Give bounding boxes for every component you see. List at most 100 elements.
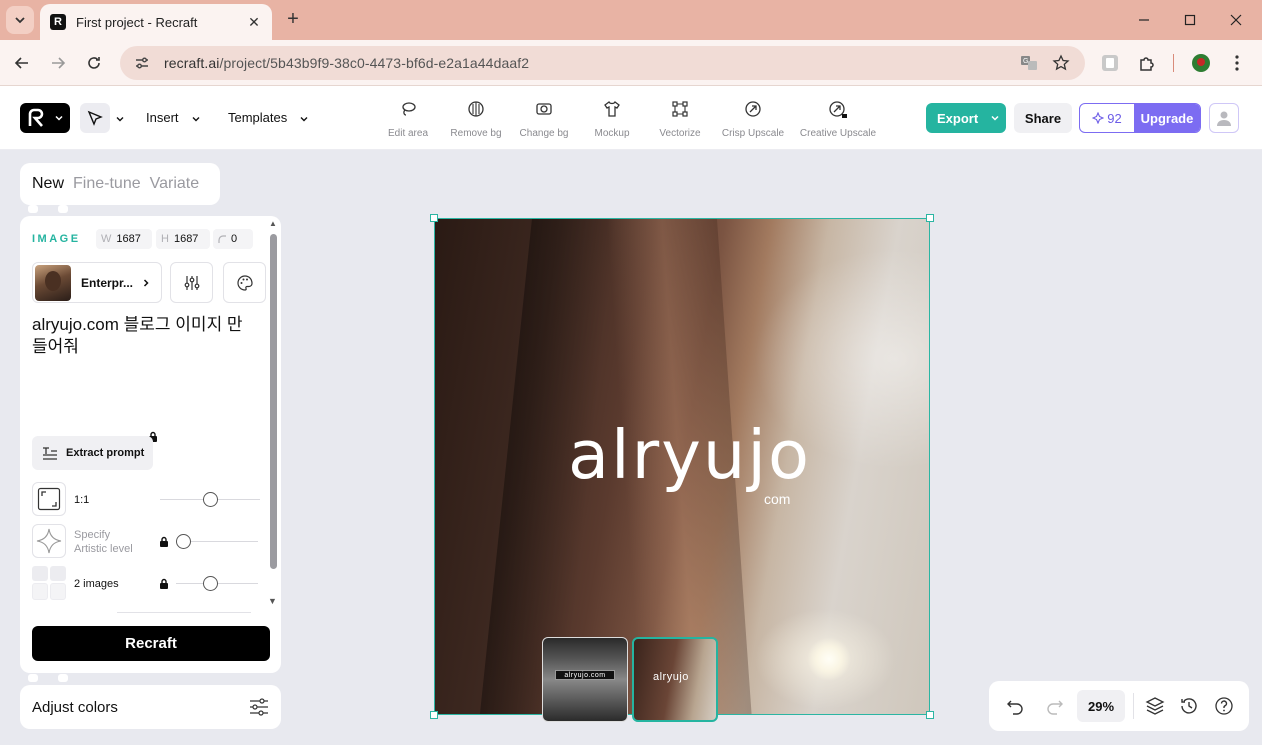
lock-icon <box>160 536 168 547</box>
recraft-generate-button[interactable]: Recraft <box>32 626 270 661</box>
share-button[interactable]: Share <box>1014 103 1072 133</box>
resize-handle-tr[interactable] <box>926 214 934 222</box>
insert-menu[interactable]: Insert <box>146 110 179 125</box>
chevron-down-icon <box>300 117 308 122</box>
height-field[interactable]: H 1687 <box>156 229 210 249</box>
image-count-label: 2 images <box>74 578 119 590</box>
corner-radius-field[interactable]: 0 <box>213 229 253 249</box>
aspect-ratio-knob[interactable] <box>203 492 218 507</box>
resize-handle-br[interactable] <box>926 711 934 719</box>
redo-icon[interactable] <box>1043 694 1067 718</box>
chevron-down-icon <box>55 115 63 121</box>
translate-icon[interactable]: G <box>1017 51 1041 75</box>
history-icon[interactable] <box>1177 694 1201 718</box>
upgrade-button[interactable]: Upgrade <box>1134 104 1200 132</box>
site-settings-icon[interactable] <box>134 55 150 71</box>
tab-fine-tune[interactable]: Fine-tune <box>73 175 141 193</box>
artistic-level-slider[interactable] <box>176 534 258 549</box>
close-window-icon[interactable] <box>1224 8 1248 32</box>
image-count-knob[interactable] <box>203 576 218 591</box>
panel-connector <box>28 205 38 213</box>
resize-handle-tl[interactable] <box>430 214 438 222</box>
tshirt-icon <box>604 101 620 117</box>
resize-handle-bl[interactable] <box>430 711 438 719</box>
width-field[interactable]: W 1687 <box>96 229 152 249</box>
browser-tab[interactable]: R First project - Recraft ✕ <box>40 4 272 40</box>
prompt-textarea[interactable]: alryujo.com 블로그 이미지 만들어줘 <box>32 314 257 358</box>
style-thumbnail <box>35 264 71 301</box>
help-icon[interactable] <box>1212 694 1236 718</box>
reload-icon[interactable] <box>82 51 106 75</box>
recraft-favicon: R <box>50 14 66 30</box>
layers-icon[interactable] <box>1143 694 1167 718</box>
extensions-puzzle-icon[interactable] <box>1135 51 1159 75</box>
user-avatar-button[interactable] <box>1209 103 1239 133</box>
aspect-ratio-button[interactable] <box>32 482 66 516</box>
forward-icon[interactable] <box>46 51 70 75</box>
aspect-ratio-label: 1:1 <box>74 494 90 506</box>
style-selector[interactable]: Enterpr... <box>32 262 162 303</box>
chevron-down-icon[interactable] <box>115 114 125 124</box>
panel-connector <box>58 205 68 213</box>
sliders-horizontal-icon[interactable] <box>249 698 269 716</box>
image-count-slider[interactable] <box>176 576 258 591</box>
export-button[interactable]: Export <box>926 103 1006 133</box>
extension-app-icon[interactable] <box>1098 51 1122 75</box>
artistic-level-knob[interactable] <box>176 534 191 549</box>
chevron-down-icon <box>15 17 25 24</box>
scroll-up-icon[interactable]: ▲ <box>269 219 277 228</box>
image-brand-suffix: com <box>764 491 791 507</box>
tool-crisp-upscale[interactable]: Crisp Upscale <box>714 100 792 139</box>
back-icon[interactable] <box>10 51 34 75</box>
sparkle-star-icon <box>36 528 62 554</box>
style-name: Enterpr... <box>81 275 134 290</box>
creative-upscale-icon <box>829 101 847 118</box>
zoom-level[interactable]: 29% <box>1077 690 1125 722</box>
panel-scrollbar[interactable] <box>270 234 277 569</box>
tool-remove-bg[interactable]: Remove bg <box>437 100 515 139</box>
recraft-logo-menu[interactable] <box>20 103 70 133</box>
aspect-ratio-icon <box>37 487 61 511</box>
canvas-controls: 29% <box>989 681 1249 731</box>
chevron-down-icon <box>991 115 999 121</box>
sliders-vertical-icon <box>184 275 199 290</box>
undo-icon[interactable] <box>1003 694 1027 718</box>
browser-tab-strip: R First project - Recraft ✕ + <box>0 0 1262 40</box>
tool-edit-area[interactable]: Edit area <box>369 100 447 139</box>
tool-creative-upscale[interactable]: Creative Upscale <box>799 100 877 139</box>
more-menu-icon[interactable] <box>1225 51 1249 75</box>
variant-thumbnail-2[interactable]: alryujo <box>632 637 718 722</box>
minimize-icon[interactable] <box>1132 8 1156 32</box>
adjust-colors-panel[interactable]: Adjust colors <box>20 685 281 729</box>
tool-vectorize[interactable]: Vectorize <box>641 100 719 139</box>
browser-toolbar: recraft.ai/project/5b43b9f9-38c0-4473-bf… <box>0 40 1262 86</box>
scroll-down-icon[interactable]: ▼ <box>268 596 277 606</box>
profile-avatar[interactable] <box>1189 51 1213 75</box>
chevron-down-icon <box>192 117 200 122</box>
address-bar[interactable]: recraft.ai/project/5b43b9f9-38c0-4473-bf… <box>120 46 1085 80</box>
panel-connector <box>28 674 38 682</box>
templates-menu[interactable]: Templates <box>228 110 287 125</box>
new-tab-button[interactable]: + <box>282 9 304 31</box>
upscale-icon <box>745 101 761 117</box>
vectorize-icon <box>672 101 688 117</box>
variant-thumbnail-1[interactable]: alryujo.com <box>542 637 628 722</box>
credits-count[interactable]: 92 <box>1080 104 1134 132</box>
aspect-ratio-slider[interactable] <box>160 492 260 507</box>
artistic-level-button[interactable] <box>32 524 66 558</box>
tool-mockup[interactable]: Mockup <box>573 100 651 139</box>
chevron-right-icon <box>143 278 149 287</box>
maximize-icon[interactable] <box>1178 8 1202 32</box>
tab-search-button[interactable] <box>6 6 34 34</box>
tool-change-bg[interactable]: Change bg <box>505 100 583 139</box>
select-tool-button[interactable] <box>80 103 110 133</box>
tab-variate[interactable]: Variate <box>150 175 200 193</box>
close-tab-icon[interactable]: ✕ <box>246 14 262 31</box>
tab-new[interactable]: New <box>32 175 64 193</box>
palette-icon <box>236 274 253 291</box>
style-settings-button[interactable] <box>170 262 213 303</box>
bookmark-star-icon[interactable] <box>1049 51 1073 75</box>
extract-prompt-button[interactable]: Extract prompt <box>32 436 153 470</box>
image-count-icon[interactable] <box>32 566 66 600</box>
color-palette-button[interactable] <box>223 262 266 303</box>
